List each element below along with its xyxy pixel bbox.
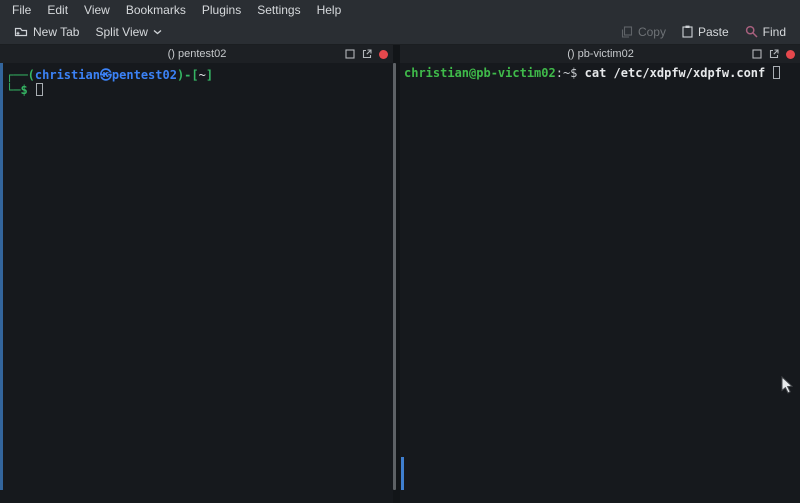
prompt-dollar: └─$ [6, 83, 28, 97]
right-tab-bar: () pb-victim02 [400, 45, 800, 63]
left-tab-bar: () pentest02 [0, 45, 393, 63]
maximize-view-icon[interactable] [345, 49, 355, 59]
left-tab-title[interactable]: () pentest02 [49, 48, 345, 60]
new-tab-icon [14, 26, 28, 38]
maximize-view-icon[interactable] [752, 49, 762, 59]
menu-settings[interactable]: Settings [249, 1, 308, 19]
paste-button[interactable]: Paste [674, 22, 737, 42]
menu-help[interactable]: Help [309, 1, 350, 19]
left-terminal-pane: () pentest02 [0, 45, 393, 503]
split-view-label: Split View [95, 25, 147, 39]
copy-button[interactable]: Copy [613, 22, 674, 42]
right-tab-title[interactable]: () pb-victim02 [449, 48, 752, 60]
paste-icon [682, 25, 693, 38]
left-terminal-cursor [36, 83, 43, 96]
prompt-path-dollar: :~$ [556, 66, 585, 80]
chevron-down-icon [153, 29, 162, 35]
copy-icon [621, 26, 633, 38]
menu-file[interactable]: File [4, 1, 39, 19]
right-scrollbar[interactable] [401, 457, 404, 490]
find-button[interactable]: Find [737, 22, 794, 42]
find-label: Find [763, 25, 786, 39]
pane-splitter[interactable] [393, 45, 400, 503]
prompt-path: ~ [199, 68, 206, 82]
prompt-frame-mid: )-[ [177, 68, 199, 82]
left-prompt-line1: ┌──(christian㉿pentest02)-[~] [6, 68, 389, 83]
menu-bookmarks[interactable]: Bookmarks [118, 1, 194, 19]
typed-command: cat /etc/xdpfw/xdpfw.conf [585, 66, 766, 80]
right-prompt-line: christian@pb-victim02:~$ cat /etc/xdpfw/… [404, 66, 796, 81]
menu-view[interactable]: View [76, 1, 118, 19]
right-terminal[interactable]: christian@pb-victim02:~$ cat /etc/xdpfw/… [400, 63, 800, 503]
prompt-frame-open: ┌──( [6, 68, 35, 82]
close-view-button[interactable] [379, 50, 388, 59]
right-terminal-pane: () pb-victim02 [400, 45, 800, 503]
new-tab-button[interactable]: New Tab [6, 22, 87, 42]
copy-label: Copy [638, 25, 666, 39]
left-scrollbar[interactable] [0, 63, 3, 490]
right-terminal-cursor [773, 66, 780, 79]
split-view-container: () pentest02 [0, 45, 800, 503]
find-icon [745, 25, 758, 38]
prompt-frame-close: ] [206, 68, 213, 82]
new-tab-label: New Tab [33, 25, 79, 39]
menu-edit[interactable]: Edit [39, 1, 76, 19]
paste-label: Paste [698, 25, 729, 39]
detach-view-icon[interactable] [362, 49, 372, 59]
prompt-user-host: christian@pb-victim02 [404, 66, 556, 80]
konsole-window: File Edit View Bookmarks Plugins Setting… [0, 0, 800, 503]
menu-plugins[interactable]: Plugins [194, 1, 249, 19]
close-view-button[interactable] [786, 50, 795, 59]
splitter-handle[interactable] [393, 63, 396, 490]
left-terminal[interactable]: ┌──(christian㉿pentest02)-[~] └─$ [0, 63, 393, 503]
prompt-user-host: christian㉿pentest02 [35, 68, 177, 82]
left-prompt-line2: └─$ [6, 83, 389, 98]
menubar: File Edit View Bookmarks Plugins Setting… [0, 0, 800, 19]
detach-view-icon[interactable] [769, 49, 779, 59]
toolbar: New Tab Split View Copy [0, 19, 800, 45]
split-view-button[interactable]: Split View [87, 22, 169, 42]
